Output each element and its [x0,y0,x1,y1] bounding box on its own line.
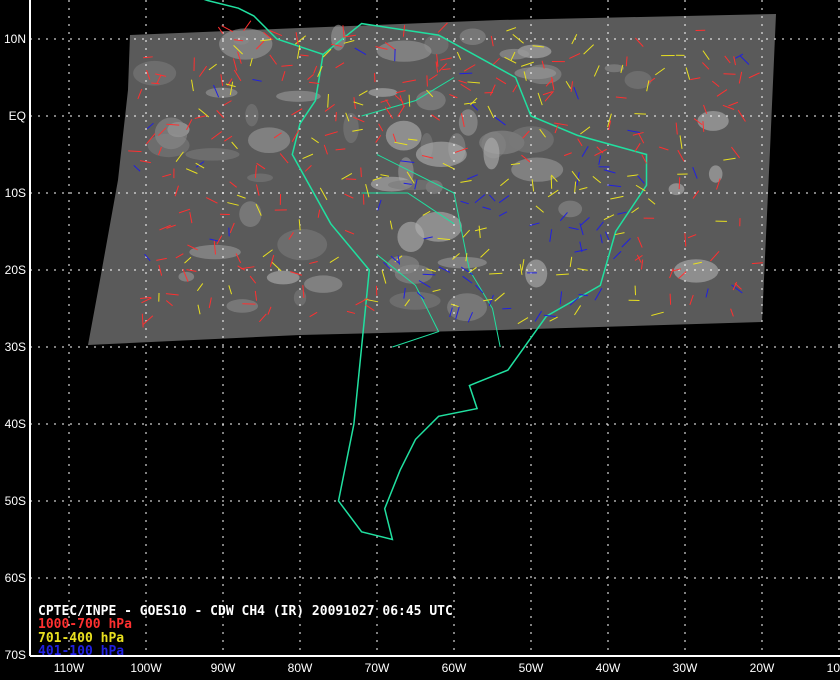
lon-label: 60W [442,661,467,675]
lat-label: 10S [5,186,26,200]
wind-barb [345,178,357,180]
cloud [304,275,343,293]
legend-low-level: 1000-700 hPa [38,617,132,632]
lat-label: EQ [9,109,26,123]
lat-label: 70S [5,648,26,662]
lon-label: 40W [596,661,621,675]
cloud [415,211,462,242]
cloud [248,127,291,154]
lon-label: 110W [54,661,85,675]
cloud [276,90,321,102]
wind-barb [360,167,362,178]
cloud [343,112,359,144]
cloud [277,229,328,261]
lon-label: 90W [211,661,236,675]
wind-barb [489,272,503,275]
map-canvas: 10N EQ 10S 20S 30S 40S 50S 60S 70S 110W 100W 90W 80… [4,0,840,675]
cloud [514,67,557,80]
cloud [673,259,719,283]
lat-label: 20S [5,263,26,277]
wind-barb [678,177,681,190]
legend-high-level: 401-100 hPa [38,644,124,659]
cloud [205,87,238,98]
lon-label: 30W [673,661,698,675]
lon-label: 70W [365,661,390,675]
lon-label: 10W [827,661,840,675]
cloud [447,293,488,322]
cloud [511,157,564,182]
wind-barb [426,75,428,87]
cloud [239,201,262,227]
cloud [525,259,548,288]
lat-label: 10N [4,32,26,46]
wind-barb [335,111,337,122]
lon-label: 20W [750,661,775,675]
cloud [245,103,259,127]
cloud [387,179,440,191]
cloud [459,28,486,46]
cloud [437,256,487,269]
cloud [508,126,554,153]
cloud [458,109,478,136]
wind-barb [459,72,473,75]
lat-label: 50S [5,494,26,508]
cloud [376,40,432,62]
wind-barb [408,94,411,107]
satellite-wind-map: 10N EQ 10S 20S 30S 40S 50S 60S 70S 110W 100W 90W 80… [0,0,840,680]
cloud [558,200,583,218]
wind-barb [221,25,234,33]
lon-label: 100W [130,661,162,675]
lat-label: 40S [5,417,26,431]
wind-barb [502,307,512,310]
lat-label: 60S [5,571,26,585]
lat-label: 30S [5,340,26,354]
cloud [385,120,422,151]
cloud [697,111,729,131]
wind-barb [422,273,436,276]
cloud [247,173,273,183]
cloud [368,88,398,97]
cloud [133,60,177,86]
cloud [226,299,259,313]
wind-barb [128,150,142,153]
wind-barb [723,73,736,75]
lon-label: 50W [519,661,544,675]
cloud [416,90,446,111]
wind-barb [634,113,647,115]
cloud [389,291,441,310]
cloud [415,141,467,167]
cloud [483,137,500,170]
lon-label: 80W [288,661,313,675]
cloud [185,148,240,161]
cloud [708,165,723,183]
cloud [154,117,188,150]
